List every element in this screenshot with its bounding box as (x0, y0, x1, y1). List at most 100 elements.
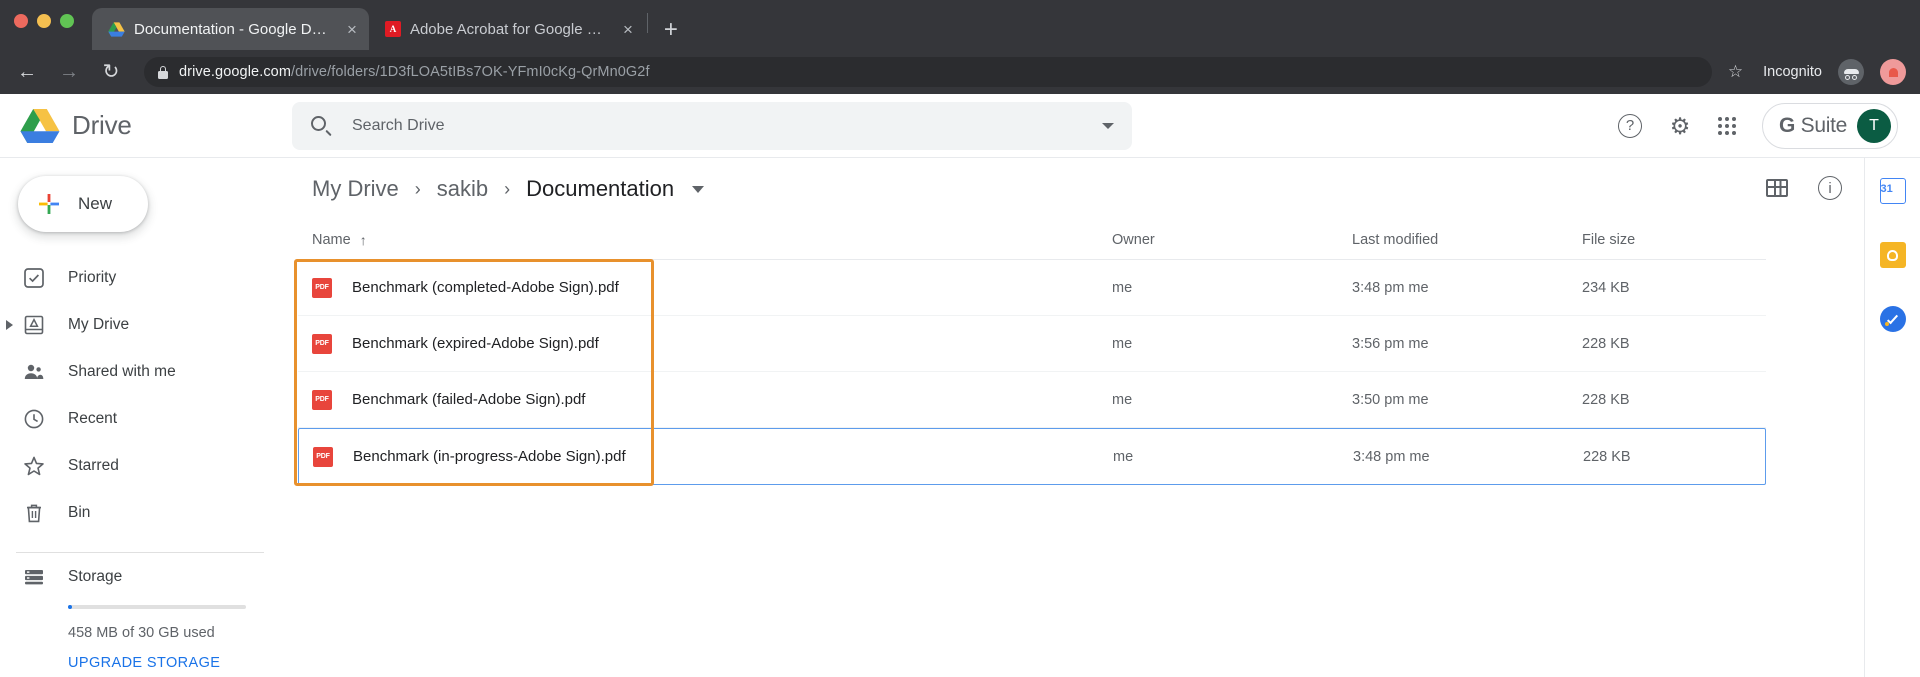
file-name-cell[interactable]: PDF Benchmark (failed-Adobe Sign).pdf (312, 390, 1112, 410)
file-size-cell: 228 KB (1582, 336, 1766, 352)
sidebar-item-my-drive[interactable]: My Drive (0, 301, 280, 348)
table-header-row: Name ↑ Owner Last modified File size (298, 220, 1766, 260)
window-traffic-lights[interactable] (14, 14, 74, 28)
tab-strip: Documentation - Google Drive × A Adobe A… (0, 0, 1920, 50)
bookmark-star-icon[interactable]: ☆ (1728, 62, 1743, 82)
drive-logo-area[interactable]: Drive (0, 108, 280, 144)
plus-icon (38, 193, 60, 215)
pdf-file-icon: PDF (313, 447, 333, 467)
trash-icon (22, 501, 46, 525)
sidebar-item-shared-with-me[interactable]: Shared with me (0, 348, 280, 395)
sidebar-item-bin[interactable]: Bin (0, 489, 280, 536)
file-name-cell[interactable]: PDF Benchmark (expired-Adobe Sign).pdf (312, 334, 1112, 354)
file-name-cell[interactable]: PDF Benchmark (completed-Adobe Sign).pdf (312, 278, 1112, 298)
file-size-cell: 234 KB (1582, 280, 1766, 296)
breadcrumb-item-sakib[interactable]: sakib (437, 176, 488, 202)
clock-icon (22, 407, 46, 431)
storage-used-text: 458 MB of 30 GB used (68, 625, 280, 641)
table-row[interactable]: PDF Benchmark (completed-Adobe Sign).pdf… (298, 260, 1766, 316)
grid-view-icon[interactable] (1766, 179, 1788, 197)
close-icon[interactable]: × (623, 21, 633, 38)
column-header-file-size[interactable]: File size (1582, 232, 1766, 248)
pdf-file-icon: PDF (312, 278, 332, 298)
sidebar-item-priority[interactable]: Priority (0, 254, 280, 301)
app-body: New Priority My Drive Shared with (0, 158, 1920, 677)
maximize-window-button[interactable] (60, 14, 74, 28)
check-circle-icon (22, 266, 46, 290)
new-tab-button[interactable]: + (650, 18, 692, 50)
sidebar-item-label: Priority (68, 269, 116, 287)
column-header-owner[interactable]: Owner (1112, 232, 1352, 248)
breadcrumb-item-my-drive[interactable]: My Drive (312, 176, 399, 202)
tab-documentation-google-drive[interactable]: Documentation - Google Drive × (92, 8, 369, 50)
omnibox-toolbar: ← → ↻ drive.google.com/drive/folders/1D3… (0, 50, 1920, 94)
table-row[interactable]: PDF Benchmark (failed-Adobe Sign).pdf me… (298, 372, 1766, 428)
sidebar-item-recent[interactable]: Recent (0, 395, 280, 442)
file-owner-cell: me (1112, 336, 1352, 352)
incognito-icon[interactable] (1838, 59, 1864, 85)
tab-adobe-acrobat-for-google-drive[interactable]: A Adobe Acrobat for Google Driv × (369, 8, 645, 50)
upgrade-storage-link[interactable]: UPGRADE STORAGE (68, 655, 280, 671)
back-button[interactable]: ← (14, 62, 40, 82)
apps-grid-icon[interactable] (1718, 117, 1736, 135)
breadcrumb-item-documentation[interactable]: Documentation (526, 176, 674, 202)
breadcrumb-chevron-down-icon[interactable] (692, 186, 704, 193)
url-text: drive.google.com/drive/folders/1D3fLOA5t… (179, 64, 650, 80)
gear-icon[interactable]: ⚙ (1668, 114, 1692, 138)
breadcrumb: My Drive › sakib › Documentation (298, 158, 1864, 220)
incognito-label: Incognito (1763, 64, 1822, 80)
sidebar-nav: Priority My Drive Shared with me Recen (0, 254, 280, 536)
expand-chevron-icon[interactable] (6, 320, 13, 330)
storage-bar-wrap (68, 605, 258, 609)
gsuite-account-pill[interactable]: G Suite T (1762, 103, 1898, 149)
brand-name: Drive (72, 110, 132, 141)
file-size-cell: 228 KB (1582, 392, 1766, 408)
help-icon[interactable]: ? (1618, 114, 1642, 138)
sidebar-item-starred[interactable]: Starred (0, 442, 280, 489)
close-window-button[interactable] (14, 14, 28, 28)
google-calendar-icon[interactable]: 31 (1880, 178, 1906, 204)
search-bar[interactable] (292, 102, 1132, 150)
reload-button[interactable]: ↻ (98, 62, 124, 82)
file-name-cell[interactable]: PDF Benchmark (in-progress-Adobe Sign).p… (313, 447, 1113, 467)
search-options-chevron-down-icon[interactable] (1102, 123, 1114, 129)
gsuite-g-letter: G (1779, 114, 1795, 137)
sidebar-item-label: Recent (68, 410, 117, 428)
sidebar: New Priority My Drive Shared with (0, 158, 280, 677)
my-drive-icon (22, 313, 46, 337)
calendar-day-number: 31 (1881, 183, 1893, 195)
search-icon (310, 115, 332, 137)
file-size-cell: 228 KB (1583, 449, 1765, 465)
tabs: Documentation - Google Drive × A Adobe A… (92, 8, 692, 50)
url-host: drive.google.com (179, 64, 291, 80)
avatar[interactable]: T (1857, 109, 1891, 143)
google-tasks-icon[interactable] (1880, 306, 1906, 332)
main-toolbar: i (1766, 176, 1842, 200)
new-button[interactable]: New (18, 176, 148, 232)
google-keep-icon[interactable] (1880, 242, 1906, 268)
file-name-label: Benchmark (expired-Adobe Sign).pdf (352, 335, 599, 352)
profile-avatar[interactable] (1880, 59, 1906, 85)
tab-divider (647, 13, 648, 33)
file-name-label: Benchmark (completed-Adobe Sign).pdf (352, 279, 619, 296)
lock-icon (158, 66, 168, 79)
close-icon[interactable]: × (347, 21, 357, 38)
sidebar-item-label: Starred (68, 457, 119, 475)
column-header-name[interactable]: Name ↑ (312, 232, 1112, 248)
table-row[interactable]: PDF Benchmark (in-progress-Adobe Sign).p… (298, 428, 1766, 485)
pdf-file-icon: PDF (312, 390, 332, 410)
column-header-last-modified[interactable]: Last modified (1352, 232, 1582, 248)
forward-button[interactable]: → (56, 62, 82, 82)
sidebar-item-label: Bin (68, 504, 90, 522)
address-bar[interactable]: drive.google.com/drive/folders/1D3fLOA5t… (144, 57, 1712, 87)
sidebar-item-label: My Drive (68, 316, 129, 334)
minimize-window-button[interactable] (37, 14, 51, 28)
adobe-acrobat-icon: A (385, 21, 401, 37)
details-info-icon[interactable]: i (1818, 176, 1842, 200)
sidebar-item-storage[interactable]: Storage (0, 553, 280, 601)
file-name-label: Benchmark (in-progress-Adobe Sign).pdf (353, 448, 626, 465)
table-row[interactable]: PDF Benchmark (expired-Adobe Sign).pdf m… (298, 316, 1766, 372)
star-icon (22, 454, 46, 478)
file-table: Name ↑ Owner Last modified File size PDF… (298, 220, 1864, 485)
search-input[interactable] (352, 117, 1082, 135)
